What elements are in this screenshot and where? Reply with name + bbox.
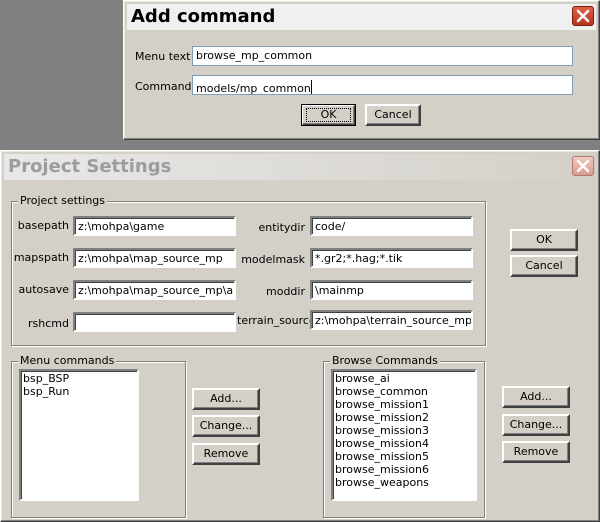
browse-commands-list[interactable]: browse_ai browse_common browse_mission1 … (331, 369, 477, 501)
project-settings-title: Project Settings (8, 156, 172, 177)
modelmask-field[interactable]: *.gr2;*.hag;*.tik (310, 248, 473, 268)
menu-commands-title: Menu commands (18, 354, 117, 368)
terrain-source-label: terrain_source (237, 314, 316, 327)
project-settings-titlebar[interactable]: Project Settings (4, 154, 596, 180)
list-item[interactable]: browse_mission6 (335, 463, 473, 476)
desktop: { "add_command": { "title": "Add command… (0, 0, 600, 522)
text-caret (310, 80, 312, 94)
autosave-field[interactable]: z:\mohpa\map_source_mp\auto (73, 280, 236, 300)
entitydir-field[interactable]: code/ (310, 216, 473, 236)
basepath-label: basepath (17, 219, 69, 232)
modelmask-label: modelmask (241, 253, 305, 266)
project-settings-cancel-button[interactable]: Cancel (510, 255, 578, 277)
list-item[interactable]: browse_ai (335, 372, 473, 385)
list-item[interactable]: browse_mission1 (335, 398, 473, 411)
add-command-dialog: Add command Menu text browse_mp_common C… (123, 0, 600, 140)
mapspath-label: mapspath (13, 251, 69, 264)
list-item[interactable]: browse_mission3 (335, 424, 473, 437)
close-icon (576, 159, 590, 173)
add-command-close-button[interactable] (572, 6, 594, 26)
moddir-label: moddir (266, 285, 305, 298)
command-field-text: models/mp_common (196, 82, 311, 95)
rshcmd-label: rshcmd (28, 317, 69, 330)
list-item[interactable]: bsp_Run (23, 385, 135, 398)
command-field[interactable]: models/mp_common (192, 75, 573, 95)
list-item[interactable]: bsp_BSP (23, 372, 135, 385)
add-command-titlebar[interactable]: Add command (127, 4, 596, 30)
list-item[interactable]: browse_mission2 (335, 411, 473, 424)
mapspath-field[interactable]: z:\mohpa\map_source_mp (73, 248, 236, 268)
add-command-ok-button[interactable]: OK (301, 104, 356, 126)
list-item[interactable]: browse_mission4 (335, 437, 473, 450)
browse-commands-remove-button[interactable]: Remove (502, 441, 570, 463)
menu-commands-add-button[interactable]: Add... (192, 388, 260, 410)
project-settings-window: Project Settings Project settings basepa… (0, 150, 600, 522)
autosave-label: autosave (18, 283, 69, 296)
rshcmd-field[interactable] (73, 312, 236, 332)
browse-commands-title: Browse Commands (330, 354, 440, 368)
focus-rectangle (306, 108, 351, 122)
menu-commands-list[interactable]: bsp_BSP bsp_Run (19, 369, 139, 501)
command-label: Command (135, 80, 192, 93)
list-item[interactable]: browse_common (335, 385, 473, 398)
list-item[interactable]: browse_weapons (335, 476, 473, 489)
menu-commands-remove-button[interactable]: Remove (192, 443, 260, 465)
list-item[interactable]: browse_mission5 (335, 450, 473, 463)
add-command-cancel-button[interactable]: Cancel (365, 104, 421, 126)
browse-commands-add-button[interactable]: Add... (502, 386, 570, 408)
close-icon (576, 9, 590, 23)
menu-commands-change-button[interactable]: Change... (192, 415, 260, 437)
moddir-field[interactable]: \mainmp (310, 280, 473, 300)
project-settings-ok-button[interactable]: OK (510, 229, 578, 251)
menu-text-field[interactable]: browse_mp_common (192, 46, 573, 66)
project-settings-close-button[interactable] (572, 156, 594, 176)
menu-text-label: Menu text (135, 50, 191, 63)
project-settings-group-title: Project settings (18, 194, 107, 208)
entitydir-label: entitydir (258, 221, 306, 234)
browse-commands-change-button[interactable]: Change... (502, 414, 570, 436)
basepath-field[interactable]: z:\mohpa\game (73, 216, 236, 236)
terrain-source-field[interactable]: z:\mohpa\terrain_source_mp (310, 310, 473, 330)
add-command-title: Add command (131, 6, 276, 27)
